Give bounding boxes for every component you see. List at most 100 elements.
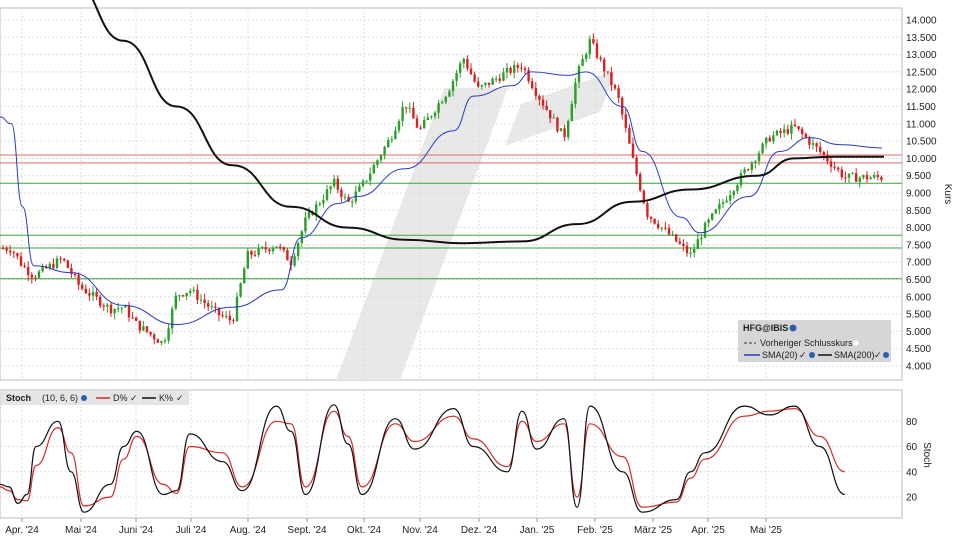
candle-body [131, 317, 134, 319]
candle-body [268, 249, 271, 252]
candle-body [689, 252, 692, 254]
time-axis: Apr. '24 Mai '24 Juni '24 Juli '24 Aug. '24 S… [5, 518, 782, 536]
candle-body [171, 308, 174, 329]
candle-body [523, 68, 527, 70]
candle-body [379, 155, 383, 161]
candle-body [113, 308, 116, 314]
stochastic-tick-label: 40 [906, 467, 918, 478]
price-tick-label: 11.500 [906, 102, 936, 113]
candle-body [261, 247, 264, 249]
candle-body [628, 127, 631, 144]
candle-body [811, 143, 815, 145]
candle-body [477, 81, 480, 87]
toggle-circle-icon[interactable] [852, 339, 860, 347]
candle-body [567, 120, 570, 138]
candle-body [858, 177, 861, 182]
candle-body [84, 288, 87, 294]
candle-body [660, 227, 663, 229]
candle-body [91, 292, 95, 296]
candle-body [318, 203, 321, 205]
candle-body [725, 200, 728, 203]
candle-body [423, 120, 426, 128]
check-icon[interactable]: ✓ [799, 350, 807, 360]
candle-body [455, 72, 458, 82]
candle-body [271, 248, 275, 252]
candle-body [264, 247, 267, 250]
candle-body [48, 263, 51, 269]
gear-icon[interactable] [81, 395, 87, 401]
candle-body [513, 65, 516, 73]
check-icon[interactable]: ✓ [874, 350, 882, 360]
candle-body [703, 222, 707, 238]
price-tick-label: 10.500 [906, 137, 937, 148]
candle-body [693, 249, 696, 253]
gear-icon[interactable] [883, 352, 889, 358]
legend-k-label: K% [159, 393, 173, 403]
candle-body [160, 341, 163, 343]
stochastic-legend: Stoch (10, 6, 6) D% ✓ K% ✓ [1, 391, 189, 405]
candle-body [559, 128, 563, 132]
candle-body [801, 128, 804, 134]
candle-body [603, 59, 606, 72]
candle-body [235, 296, 239, 322]
candle-body [815, 143, 818, 147]
candle-body [855, 173, 858, 182]
candle-body [793, 124, 797, 127]
price-tick-label: 12.000 [906, 85, 937, 96]
candle-body [675, 234, 678, 242]
candle-body [495, 78, 498, 80]
candle-body [729, 195, 732, 201]
candle-body [469, 68, 473, 75]
candle-body [487, 82, 491, 85]
candle-body [163, 340, 167, 342]
candle-body [383, 147, 386, 156]
price-tick-label: 8.000 [906, 223, 931, 234]
candle-body [387, 140, 390, 148]
candle-body [394, 130, 397, 140]
candle-body [531, 81, 534, 89]
candle-body [415, 118, 419, 128]
candle-body [473, 74, 476, 82]
time-tick-label: Aug. '24 [230, 525, 267, 536]
gear-icon[interactable] [809, 352, 815, 358]
check-icon[interactable]: ✓ [176, 393, 184, 403]
candle-body [775, 130, 779, 136]
candle-body [102, 305, 105, 307]
candle-body [99, 296, 102, 306]
legend-prev-close-label: Vorheriger Schlusskurs [760, 338, 853, 348]
info-icon[interactable] [789, 324, 797, 332]
candle-body [250, 250, 253, 255]
price-tick-label: 6.000 [906, 292, 931, 303]
stochastic-title: Stoch [6, 393, 31, 403]
candle-body [649, 216, 653, 219]
legend-instrument: HFG@IBIS [743, 323, 788, 333]
candle-body [610, 72, 613, 86]
price-axis-ticks: 14.000 13.500 13.000 12.500 12.000 11.500 11.0… [906, 16, 937, 373]
candle-body [441, 102, 444, 104]
candle-body [365, 180, 368, 182]
candle-body [538, 95, 541, 100]
candle-body [588, 38, 591, 55]
candle-body [844, 177, 847, 179]
candle-body [581, 58, 584, 66]
candle-body [361, 180, 365, 187]
candle-body [862, 175, 865, 178]
candle-body [829, 161, 833, 167]
price-tick-label: 13.500 [906, 33, 937, 44]
candle-body [336, 178, 339, 190]
candle-body [484, 82, 487, 86]
candle-body [757, 153, 761, 162]
candle-body [181, 295, 185, 297]
check-icon[interactable]: ✓ [130, 393, 138, 403]
legend: HFG@IBIS Vorheriger Schlusskurs SMA(20) … [738, 320, 891, 362]
candle-body [804, 133, 807, 138]
candle-body [707, 219, 710, 223]
stochastic-axis-label: Stoch [921, 442, 932, 468]
candle-body [671, 234, 674, 236]
candle-body [106, 304, 109, 307]
candle-body [491, 78, 494, 85]
candle-body [214, 306, 217, 308]
candle-body [95, 292, 98, 297]
candle-body [81, 284, 84, 289]
candle-body [23, 265, 26, 268]
